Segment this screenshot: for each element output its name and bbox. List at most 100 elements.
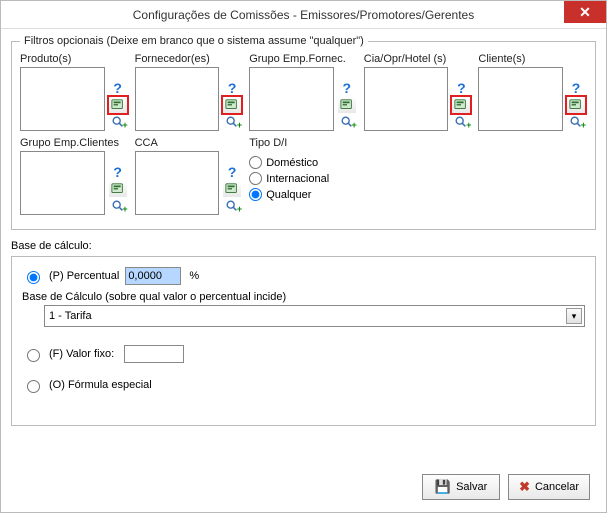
close-button[interactable]: ✕ [564,1,606,23]
filter-label: Grupo Emp.Clientes [20,137,129,149]
plus-icon: + [237,121,242,130]
tipo-radio[interactable] [249,172,262,185]
percentual-subtext: Base de Cálculo (sobre qual valor o perc… [22,291,585,303]
filter-listarea[interactable] [249,67,334,131]
search-add-icon[interactable]: + [109,115,127,129]
tipo-option-label: Qualquer [266,189,311,201]
help-icon[interactable]: ? [113,165,122,179]
filter-listarea[interactable] [20,67,105,131]
filters-row-2: Grupo Emp.Clientes?+CCA?+Tipo D/IDomésti… [20,137,587,215]
plus-icon: + [237,205,242,214]
content: Filtros opcionais (Deixe em branco que o… [1,29,606,436]
help-icon[interactable]: ? [113,81,122,95]
footer: 💾 Salvar ✖ Cancelar [422,474,590,500]
save-icon: 💾 [435,479,451,495]
lookup-icon[interactable] [223,181,241,197]
search-add-icon[interactable]: + [223,115,241,129]
lookup-icon[interactable] [338,97,356,113]
titlebar: Configurações de Comissões - Emissores/P… [1,1,606,29]
filter-icons: ?+ [221,67,243,131]
filter-listarea[interactable] [478,67,563,131]
search-add-icon[interactable]: + [567,115,585,129]
filters-fieldset: Filtros opcionais (Deixe em branco que o… [11,35,596,230]
input-percentual[interactable] [125,267,181,285]
help-icon[interactable]: ? [343,81,352,95]
save-button[interactable]: 💾 Salvar [422,474,500,500]
cancel-button[interactable]: ✖ Cancelar [508,474,590,500]
spacer [478,137,587,215]
label-percentual: (P) Percentual [49,270,119,282]
filters-row-1: Produto(s)?+Fornecedor(es)?+Grupo Emp.Fo… [20,53,587,131]
lookup-icon[interactable] [109,97,127,113]
filter-box: ?+ [478,67,587,131]
row1-col-3: Cia/Opr/Hotel (s)?+ [364,53,473,131]
tipo-radio[interactable] [249,156,262,169]
filter-listarea[interactable] [135,67,220,131]
row1-col-1: Fornecedor(es)?+ [135,53,244,131]
tipo-option-label: Internacional [266,173,329,185]
filter-listarea[interactable] [135,151,220,215]
filter-box: ?+ [135,151,244,215]
filter-label: Produto(s) [20,53,129,65]
save-button-label: Salvar [456,481,487,493]
percentual-suffix: % [189,270,199,282]
lookup-icon[interactable] [452,97,470,113]
opt-formula: (O) Fórmula especial [22,377,585,393]
radio-valorfixo[interactable] [27,349,40,362]
tipo-label: Tipo D/I [249,137,358,149]
tipo-option: Internacional [249,172,358,185]
search-add-icon[interactable]: + [109,199,127,213]
tipo-option-label: Doméstico [266,157,318,169]
select-base-calculo-value: 1 - Tarifa [49,310,92,322]
chevron-down-icon: ▾ [566,308,582,324]
lookup-icon[interactable] [109,181,127,197]
base-title: Base de cálculo: [11,240,596,252]
label-formula: (O) Fórmula especial [49,379,152,391]
filter-listarea[interactable] [364,67,449,131]
tipo-option: Doméstico [249,156,358,169]
tipo-radio[interactable] [249,188,262,201]
close-icon: ✕ [579,4,591,21]
lookup-icon[interactable] [223,97,241,113]
input-valorfixo[interactable] [124,345,184,363]
search-add-icon[interactable]: + [338,115,356,129]
label-valorfixo: (F) Valor fixo: [49,348,114,360]
window: Configurações de Comissões - Emissores/P… [0,0,607,513]
filter-icons: ?+ [565,67,587,131]
filter-box: ?+ [364,67,473,131]
cancel-button-label: Cancelar [535,481,579,493]
window-title: Configurações de Comissões - Emissores/P… [133,8,474,22]
cancel-icon: ✖ [519,479,530,495]
radio-formula[interactable] [27,380,40,393]
filter-listarea[interactable] [20,151,105,215]
spacer [364,137,473,215]
search-add-icon[interactable]: + [223,199,241,213]
filter-label: Grupo Emp.Fornec. [249,53,358,65]
filter-label: Fornecedor(es) [135,53,244,65]
radio-percentual[interactable] [27,271,40,284]
row1-col-4: Cliente(s)?+ [478,53,587,131]
filter-box: ?+ [135,67,244,131]
help-icon[interactable]: ? [228,165,237,179]
tipo-col: Tipo D/I Doméstico Internacional Qualquer [249,137,358,215]
row2-col-0: Grupo Emp.Clientes?+ [20,137,129,215]
help-icon[interactable]: ? [572,81,581,95]
row2-col-1: CCA?+ [135,137,244,215]
filter-label: Cliente(s) [478,53,587,65]
filter-box: ?+ [249,67,358,131]
filter-icons: ?+ [336,67,358,131]
help-icon[interactable]: ? [457,81,466,95]
row1-col-0: Produto(s)?+ [20,53,129,131]
base-panel: (P) Percentual % Base de Cálculo (sobre … [11,256,596,426]
plus-icon: + [122,121,127,130]
help-icon[interactable]: ? [228,81,237,95]
filter-label: CCA [135,137,244,149]
filter-label: Cia/Opr/Hotel (s) [364,53,473,65]
plus-icon: + [581,121,586,130]
lookup-icon[interactable] [567,97,585,113]
search-add-icon[interactable]: + [452,115,470,129]
filter-icons: ?+ [107,67,129,131]
filter-box: ?+ [20,151,129,215]
select-base-calculo[interactable]: 1 - Tarifa ▾ [44,305,585,327]
tipo-options: Doméstico Internacional Qualquer [249,151,358,204]
